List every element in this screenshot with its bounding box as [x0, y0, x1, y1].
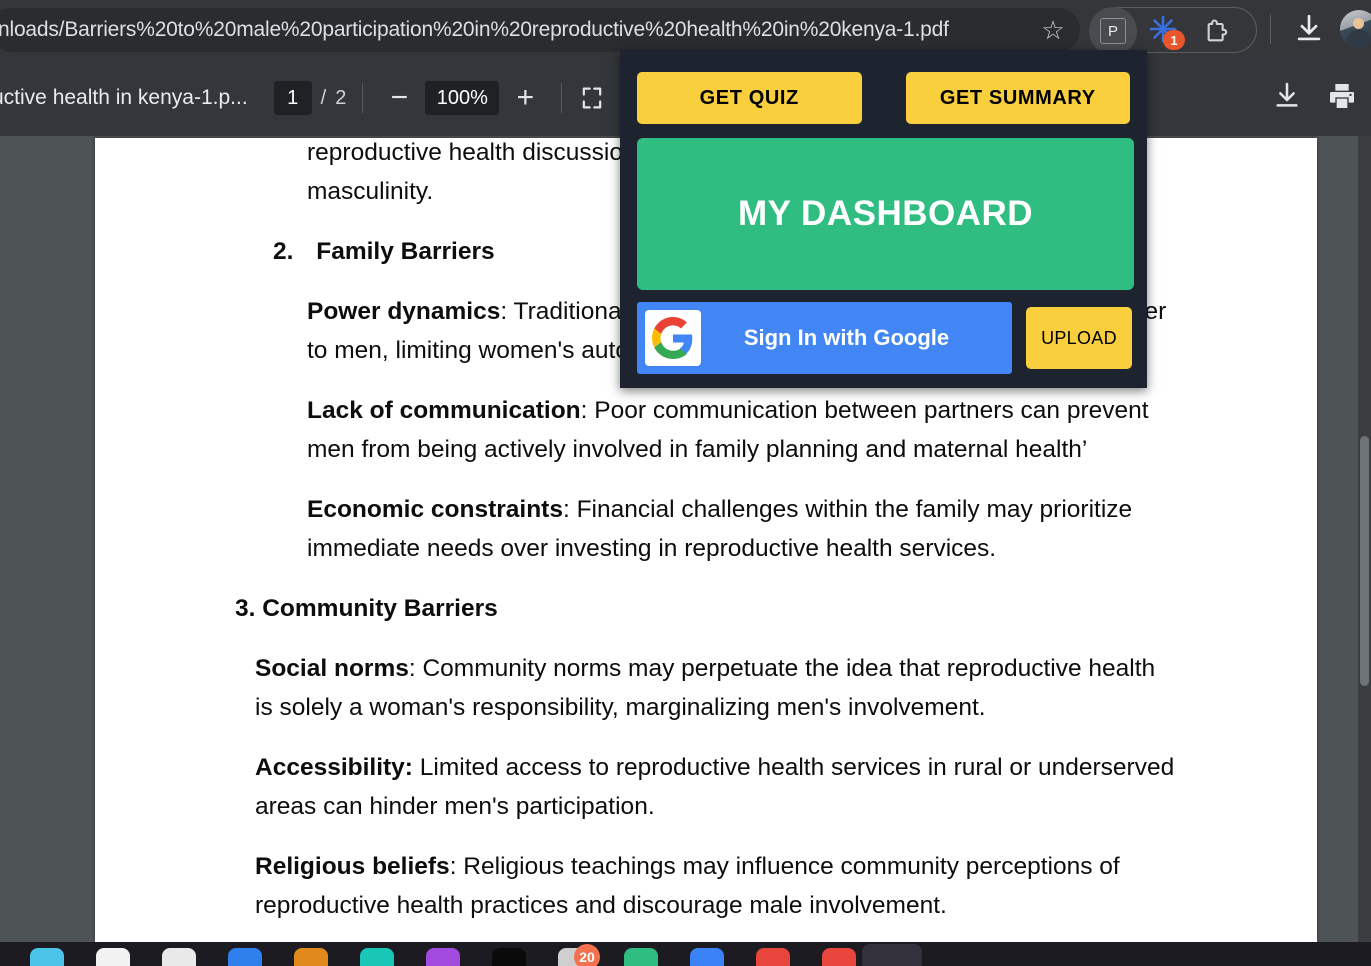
paragraph-accessibility: Accessibility: Limited access to reprodu… — [255, 754, 1175, 820]
pdf-scrollbar-thumb[interactable] — [1360, 436, 1369, 686]
google-signin-label: Sign In with Google — [743, 325, 950, 350]
taskbar-item-settings-app[interactable]: 20 — [558, 944, 600, 966]
taskbar-item-notes-app[interactable] — [294, 948, 328, 966]
extensions-puzzle-icon[interactable] — [1203, 17, 1233, 45]
download-icon[interactable] — [1271, 80, 1303, 112]
term-social-norms: Social norms — [255, 655, 409, 682]
paragraph-religious-beliefs: Religious beliefs: Religious teachings m… — [255, 853, 1120, 919]
zoom-in-button[interactable]: + — [505, 78, 545, 118]
taskbar-item-chat-app[interactable] — [624, 948, 658, 966]
pdf-scrollbar-track[interactable] — [1358, 136, 1371, 942]
get-summary-button[interactable]: GET SUMMARY — [905, 72, 1130, 124]
taskbar-item-files-app[interactable] — [30, 948, 64, 966]
term-accessibility: Accessibility: — [255, 754, 413, 781]
extension-p-button[interactable]: P — [1089, 7, 1137, 55]
zoom-level-display[interactable]: 100% — [425, 81, 500, 115]
taskbar-item-mail-app[interactable] — [228, 948, 262, 966]
term-economic-constraints: Economic constraints — [307, 496, 563, 523]
taskbar-items: 20 — [30, 944, 856, 966]
toolbar-divider — [362, 83, 364, 113]
paragraph-economic-constraints: Economic constraints: Financial challeng… — [307, 496, 1133, 562]
paragraph-lack-of-communication: Lack of communication: Poor communicatio… — [307, 397, 1149, 463]
avatar-body — [1346, 30, 1371, 48]
upload-button[interactable]: UPLOAD — [1026, 307, 1132, 369]
taskbar-item-browser-app[interactable] — [96, 948, 130, 966]
pdf-page-count: 2 — [335, 86, 347, 109]
toolbar-divider — [1270, 14, 1271, 44]
get-quiz-button[interactable]: GET QUIZ — [637, 72, 862, 124]
google-g-icon — [645, 310, 701, 366]
download-icon[interactable] — [1292, 12, 1326, 46]
address-bar[interactable]: nloads/Barriers%20to%20male%20participat… — [0, 8, 1080, 52]
my-dashboard-button[interactable]: MY DASHBOARD — [637, 138, 1134, 290]
print-icon[interactable] — [1325, 80, 1359, 112]
extension-notification-badge: 1 — [1163, 30, 1185, 50]
term-religious-beliefs: Religious beliefs — [255, 853, 450, 880]
heading-text: Family Barriers — [316, 238, 495, 265]
toolbar-divider — [561, 83, 563, 113]
address-bar-url[interactable]: nloads/Barriers%20to%20male%20participat… — [0, 18, 1026, 42]
pdf-page-input[interactable]: 1 — [273, 81, 312, 115]
pdf-page-separator: / — [320, 86, 327, 109]
heading-community-barriers: 3. Community Barriers — [235, 595, 498, 622]
avatar-head — [1353, 18, 1364, 29]
fit-page-icon[interactable] — [578, 84, 606, 112]
taskbar-item-alerts-app[interactable] — [756, 948, 790, 966]
extensions-pill: P 1 — [1089, 7, 1257, 55]
pdf-toolbar-right-actions — [1271, 80, 1359, 112]
extension-action-row: GET QUIZ GET SUMMARY — [637, 72, 1130, 124]
taskbar-item-photos-app[interactable] — [426, 948, 460, 966]
taskbar-item-cloud-app[interactable] — [690, 948, 724, 966]
paragraph-social-norms: Social norms: Community norms may perpet… — [255, 655, 1156, 721]
taskbar-item-music-app[interactable] — [360, 948, 394, 966]
term-power-dynamics: Power dynamics — [307, 298, 501, 325]
heading-number: 2. — [273, 238, 294, 265]
extension-auth-row: Sign In with Google UPLOAD — [637, 302, 1134, 374]
extension-p-label: P — [1100, 18, 1126, 44]
extension-popup-panel: GET QUIZ GET SUMMARY MY DASHBOARD Sign I… — [620, 50, 1147, 388]
bookmark-star-icon[interactable]: ☆ — [1026, 8, 1080, 52]
zoom-out-button[interactable]: − — [379, 78, 419, 118]
pdf-document-title: uctive health in kenya-1.p... — [0, 86, 248, 109]
taskbar-active-window-indicator[interactable] — [862, 944, 922, 966]
taskbar-item-profile-app[interactable] — [822, 948, 856, 966]
os-taskbar: 20 — [0, 942, 1371, 966]
taskbar-badge: 20 — [574, 944, 600, 966]
taskbar-item-document-app[interactable] — [162, 948, 196, 966]
google-signin-button[interactable]: Sign In with Google — [637, 302, 1012, 374]
taskbar-item-terminal-app[interactable] — [492, 948, 526, 966]
profile-avatar[interactable] — [1340, 10, 1371, 48]
term-lack-of-communication: Lack of communication — [307, 397, 581, 424]
